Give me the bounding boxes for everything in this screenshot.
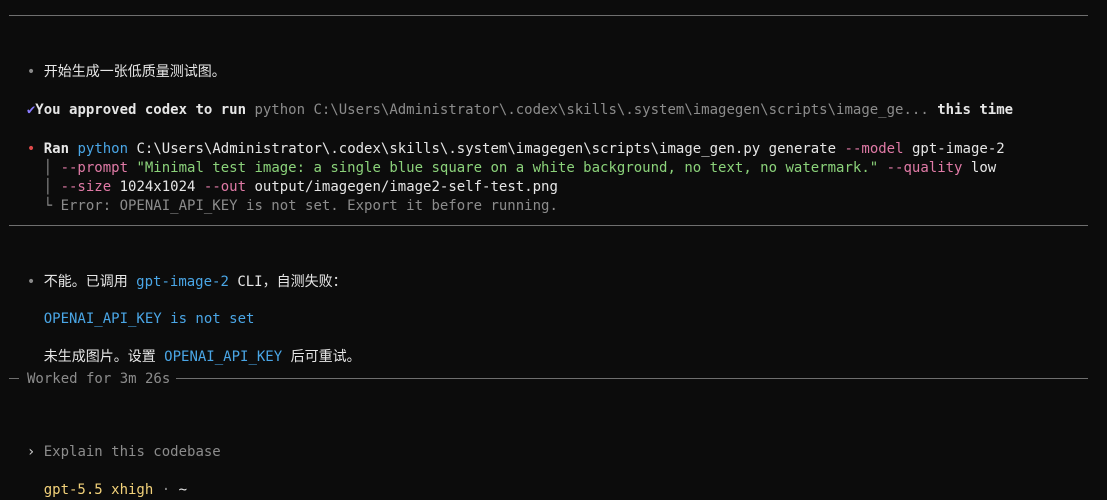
approval-suffix: this time	[937, 102, 1014, 118]
reply-line-2: OPENAI_API_KEY is not set	[10, 291, 255, 329]
status-footer: gpt-5.5 xhigh · ~	[10, 462, 187, 500]
worked-text: Worked for 3m 26s	[27, 370, 171, 387]
quality-val: low	[970, 160, 997, 176]
composer-placeholder[interactable]: Explain this codebase	[44, 444, 221, 460]
status-line: • 开始生成一张低质量测试图。	[10, 44, 226, 82]
worked-divider: Worked for 3m 26s	[9, 369, 1088, 388]
reply-code: gpt-image-2	[136, 274, 229, 290]
reply-line-1: • 不能。已调用 gpt-image-2 CLI，自测失败：	[10, 254, 347, 292]
composer-input[interactable]: › Explain this codebase	[10, 424, 221, 462]
reply-error-code: OPENAI_API_KEY is not set	[43, 311, 255, 327]
approval-line: ✔You approved codex to run python C:\Use…	[10, 82, 1013, 120]
status-text: 开始生成一张低质量测试图。	[43, 64, 226, 80]
bullet-icon: •	[26, 64, 36, 80]
reply-text-d: 后可重试。	[290, 349, 361, 365]
reply-line-3: 未生成图片。设置 OPENAI_API_KEY 后可重试。	[10, 329, 361, 367]
reply-text-b: CLI，自测失败：	[237, 274, 347, 290]
model-label: gpt-5.5 xhigh	[43, 482, 154, 498]
prompt-caret-icon: ›	[26, 444, 36, 460]
quality-flag: --quality	[886, 160, 963, 176]
approval-prefix: You approved codex to run	[35, 102, 247, 118]
error-text: Error: OPENAI_API_KEY is not set. Export…	[60, 198, 558, 214]
error-line: └ Error: OPENAI_API_KEY is not set. Expo…	[26, 198, 558, 214]
footer-sep: ·	[161, 482, 171, 498]
top-divider	[9, 15, 1088, 16]
approval-command: python C:\Users\Administrator\.codex\ski…	[254, 102, 929, 118]
reply-text-a: 不能。已调用	[43, 274, 128, 290]
reply-code-2: OPENAI_API_KEY	[164, 349, 283, 365]
reply-text-c: 未生成图片。设置	[43, 349, 156, 365]
cwd-label: ~	[178, 482, 188, 498]
bullet-icon: •	[26, 274, 36, 290]
middle-divider	[9, 225, 1088, 226]
